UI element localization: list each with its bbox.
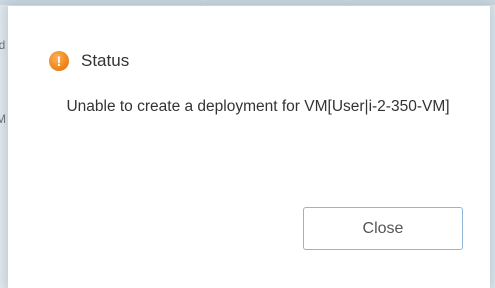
warning-icon: ! <box>49 51 69 71</box>
dialog-title: Status <box>81 51 130 70</box>
background-text: M <box>0 112 6 126</box>
dialog-header: ! Status <box>49 51 129 71</box>
close-button[interactable]: Close <box>303 207 463 250</box>
background-text: nd <box>0 38 6 52</box>
background-divider <box>0 0 495 5</box>
status-dialog: ! Status Unable to create a deployment f… <box>8 6 490 288</box>
dialog-message: Unable to create a deployment for VM[Use… <box>66 98 450 115</box>
